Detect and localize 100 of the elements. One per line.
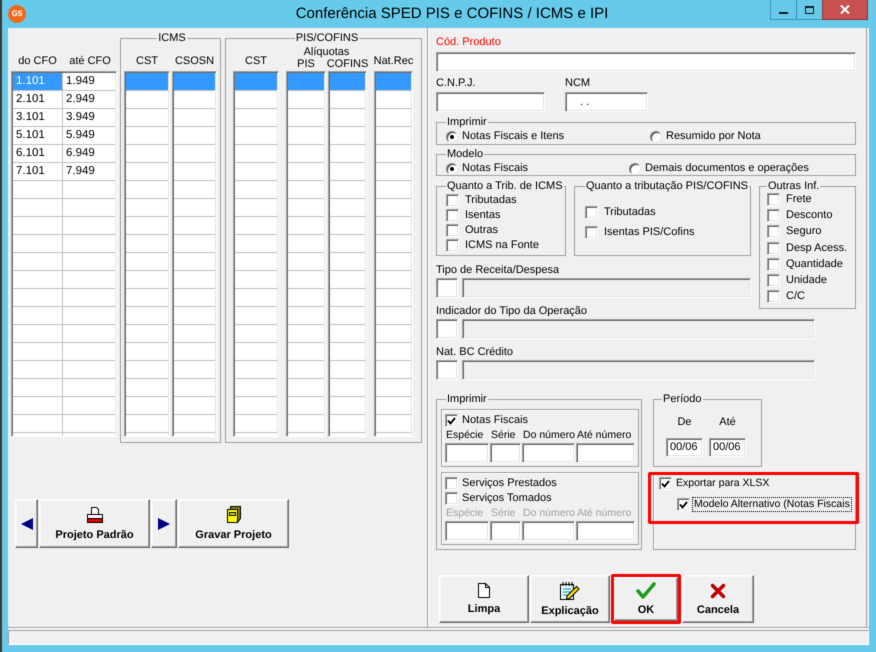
- field-label: NCM: [565, 77, 590, 90]
- table-cell[interactable]: 3.949: [63, 109, 115, 127]
- column-header: do CFO: [18, 55, 57, 67]
- minimize-button[interactable]: [770, 0, 797, 20]
- table-cell[interactable]: [13, 361, 63, 379]
- table-cell[interactable]: [13, 379, 63, 397]
- checkbox[interactable]: [446, 209, 459, 222]
- checkbox[interactable]: [677, 498, 690, 511]
- table-cell[interactable]: 5.949: [63, 127, 115, 145]
- checkbox[interactable]: [446, 194, 459, 207]
- radio-dot-icon: [450, 166, 454, 170]
- column-header: Até número: [576, 429, 632, 442]
- checkbox[interactable]: [446, 224, 459, 237]
- notepad-pencil-icon: [560, 582, 580, 600]
- cancel-button[interactable]: Cancela: [682, 575, 754, 623]
- input-field[interactable]: [522, 521, 575, 541]
- checkbox[interactable]: [585, 206, 598, 218]
- radio-label: Notas Fiscais e Itens: [462, 130, 564, 143]
- checkbox[interactable]: [767, 225, 780, 238]
- column-header: Espécie: [445, 429, 484, 442]
- checkbox-label: Desconto: [786, 208, 832, 222]
- close-icon: [840, 5, 850, 14]
- group-title: Imprimir: [446, 393, 488, 405]
- table-cell[interactable]: 2.101: [13, 91, 63, 109]
- table-cell[interactable]: 6.949: [63, 145, 115, 163]
- radio-label: Notas Fiscais: [462, 162, 528, 175]
- input-field[interactable]: [445, 521, 489, 541]
- table-cell[interactable]: [13, 289, 63, 307]
- input-field[interactable]: [522, 443, 575, 463]
- group-title: Quanto a Trib. de ICMS: [446, 180, 564, 192]
- next-button[interactable]: [151, 499, 177, 548]
- table-cell[interactable]: [13, 253, 63, 271]
- table-cell[interactable]: 7.949: [63, 163, 115, 181]
- radio-button[interactable]: [446, 130, 458, 142]
- input-field[interactable]: [576, 521, 635, 541]
- code-field[interactable]: [436, 319, 458, 339]
- date-field[interactable]: 00/06: [709, 438, 746, 457]
- checkbox[interactable]: [767, 290, 780, 304]
- checkbox[interactable]: [446, 239, 459, 252]
- table-cell[interactable]: [13, 235, 63, 253]
- table-cell[interactable]: [13, 343, 63, 361]
- code-field[interactable]: [436, 360, 458, 380]
- input-field[interactable]: [436, 92, 545, 112]
- table-cell[interactable]: [13, 199, 63, 217]
- table-cell[interactable]: [13, 415, 63, 433]
- checkbox[interactable]: [767, 258, 780, 271]
- close-button[interactable]: [822, 0, 868, 20]
- table-cell[interactable]: 6.101: [13, 145, 63, 163]
- field-label: De: [677, 416, 692, 429]
- save-project-button[interactable]: Gravar Projeto: [178, 499, 289, 548]
- checkbox-label: Desp Acess.: [786, 242, 848, 255]
- input-field[interactable]: [436, 52, 856, 72]
- table-cell[interactable]: 2.949: [63, 91, 115, 109]
- checkbox-label: Unidade: [786, 274, 827, 288]
- table-cell[interactable]: [126, 73, 168, 91]
- table-cell[interactable]: 3.101: [13, 109, 63, 127]
- checkbox-label: Frete: [786, 192, 812, 206]
- left-triangle-icon: [20, 518, 32, 530]
- checkbox[interactable]: [767, 208, 780, 222]
- column-header: CST: [136, 55, 158, 67]
- date-field[interactable]: 00/06: [666, 438, 703, 457]
- table-cell[interactable]: 5.101: [13, 127, 63, 145]
- radio-button[interactable]: [650, 130, 662, 142]
- input-field[interactable]: [576, 443, 635, 463]
- clear-button[interactable]: Limpa: [439, 575, 529, 623]
- column-header: Até número: [576, 507, 632, 520]
- checkbox[interactable]: [585, 226, 598, 238]
- table-cell[interactable]: [13, 181, 63, 199]
- checkbox[interactable]: [767, 192, 780, 206]
- table-cell[interactable]: [288, 73, 324, 91]
- table-cell[interactable]: 7.101: [13, 163, 63, 181]
- table-cell[interactable]: [13, 325, 63, 343]
- default-project-button[interactable]: Projeto Padrão: [39, 499, 150, 548]
- table-cell[interactable]: [13, 217, 63, 235]
- column-header: até CFO: [69, 55, 111, 67]
- explanation-button[interactable]: Explicação: [530, 575, 610, 623]
- table-cell[interactable]: [13, 397, 63, 415]
- checkbox[interactable]: [445, 414, 458, 427]
- checkbox[interactable]: [659, 477, 672, 490]
- code-field[interactable]: [436, 278, 458, 298]
- checkbox[interactable]: [767, 274, 780, 288]
- radio-button[interactable]: [629, 162, 641, 174]
- table-cell[interactable]: [376, 73, 411, 91]
- input-field[interactable]: [445, 443, 489, 463]
- checkbox-label: Tributadas: [604, 206, 656, 218]
- input-field[interactable]: . .: [565, 92, 648, 112]
- table-cell[interactable]: [174, 73, 215, 91]
- ok-button[interactable]: OK: [614, 577, 678, 621]
- radio-button[interactable]: [446, 162, 458, 174]
- table-cell[interactable]: [13, 307, 63, 325]
- table-cell[interactable]: [13, 271, 63, 289]
- input-field[interactable]: [490, 521, 521, 541]
- table-cell[interactable]: [330, 73, 365, 91]
- previous-button[interactable]: [15, 499, 38, 548]
- checkbox[interactable]: [767, 242, 780, 255]
- input-field[interactable]: [490, 443, 521, 463]
- table-cell[interactable]: [235, 73, 277, 91]
- table-cell[interactable]: 1.949: [63, 73, 115, 91]
- file-cabinet-icon: [226, 506, 240, 523]
- column-header: Espécie: [445, 507, 484, 520]
